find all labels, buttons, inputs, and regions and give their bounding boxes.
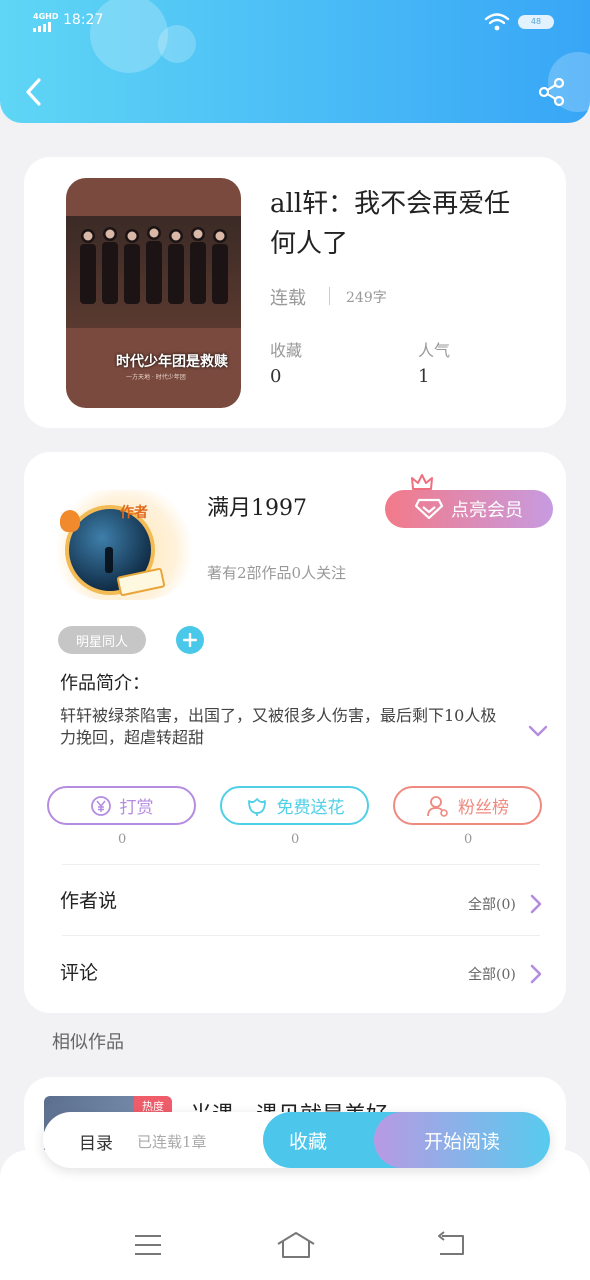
author-says-row[interactable]: 作者说 全部(0): [24, 868, 566, 934]
share-button[interactable]: [532, 72, 572, 112]
book-status: 连载: [270, 288, 306, 309]
popularity-value: 1: [418, 366, 430, 387]
chevron-right-icon: [530, 964, 542, 984]
chapter-count: 已连载1章: [137, 1133, 207, 1151]
meta-divider: [329, 287, 330, 305]
back-button[interactable]: [14, 72, 54, 112]
collect-button-label: 收藏: [289, 1130, 328, 1153]
intro-label: 作品简介：: [60, 673, 150, 694]
tip-button[interactable]: 打赏: [47, 786, 196, 825]
tip-button-label: 打赏: [119, 798, 154, 818]
author-says-all: 全部(0): [468, 897, 516, 913]
popularity-label: 人气: [418, 341, 451, 360]
vip-button[interactable]: 点亮会员: [385, 490, 553, 528]
chevron-right-icon: [530, 894, 542, 914]
intro-text: 轩轩被绿茶陷害，出国了，又被很多人伤害，最后剩下10人极力挽回，超虐转超甜: [60, 706, 497, 747]
vip-button-label: 点亮会员: [451, 500, 523, 521]
cover-title-text: 时代少年团是救赎: [116, 354, 228, 370]
catalog-label: 目录: [79, 1134, 113, 1154]
nav-menu-button[interactable]: [131, 1232, 165, 1258]
user-rank-icon: [427, 795, 448, 817]
signal-icon: [33, 22, 51, 32]
book-title: all轩：我不会再爱任何人了: [270, 189, 511, 259]
comments-label: 评论: [60, 962, 99, 984]
genre-tag[interactable]: 明星同人: [58, 626, 146, 654]
back-arrow-icon: [438, 1231, 464, 1255]
yen-coin-icon: [90, 795, 111, 816]
divider-1: [62, 864, 540, 865]
fan-rank-label: 粉丝榜: [458, 798, 509, 818]
author-stats: 著有2部作品0人关注: [207, 564, 347, 582]
chevron-down-icon: [528, 725, 548, 737]
header-bar: 4GHD 18:27 48: [0, 0, 590, 123]
send-flower-label: 免费送花: [276, 798, 345, 818]
diamond-icon: [415, 498, 443, 520]
crown-icon: [411, 474, 433, 490]
menu-icon: [135, 1235, 161, 1255]
book-word-count: 249字: [346, 290, 387, 306]
collect-label: 收藏: [270, 341, 303, 360]
decor-bubble-small: [158, 25, 196, 63]
decor-bubble-large: [90, 0, 168, 73]
author-name[interactable]: 满月1997: [207, 490, 307, 522]
book-cover[interactable]: 时代少年团是救赎 一方天地 · 时代少年团: [66, 178, 241, 408]
wifi-icon: [484, 13, 510, 31]
collect-value: 0: [270, 366, 282, 387]
bottom-action-bar: 目录 已连载1章 收藏 开始阅读: [43, 1112, 550, 1168]
start-reading-label: 开始阅读: [423, 1130, 500, 1153]
author-badge: 作者: [120, 505, 148, 521]
cover-subtitle-text: 一方天地 · 时代少年团: [126, 374, 186, 381]
add-tag-button[interactable]: [176, 626, 204, 654]
battery-indicator: 48: [518, 15, 554, 29]
fan-rank-button[interactable]: 粉丝榜: [393, 786, 542, 825]
bottom-sheet: [0, 1150, 590, 1280]
start-reading-button[interactable]: 开始阅读: [374, 1112, 550, 1168]
similar-heading: 相似作品: [52, 1032, 124, 1053]
avatar-decor-flower: [60, 510, 80, 532]
chevron-left-icon: [26, 78, 41, 106]
nav-back-button[interactable]: [434, 1230, 468, 1258]
author-says-label: 作者说: [60, 890, 118, 912]
flower-count: 0: [291, 832, 300, 847]
flower-icon: [247, 797, 266, 816]
divider-2: [62, 935, 540, 936]
tip-count: 0: [118, 832, 127, 847]
home-icon: [277, 1232, 315, 1258]
catalog-button[interactable]: 目录 已连载1章: [43, 1112, 268, 1168]
plus-icon: [183, 633, 197, 647]
network-type: 4GHD: [33, 12, 59, 21]
author-avatar[interactable]: 作者: [50, 490, 200, 602]
comments-all: 全部(0): [468, 967, 516, 983]
fan-count: 0: [464, 832, 473, 847]
share-icon: [538, 77, 565, 107]
send-flower-button[interactable]: 免费送花: [220, 786, 369, 825]
nav-home-button[interactable]: [275, 1230, 317, 1260]
expand-intro-button[interactable]: [524, 718, 552, 744]
status-time: 18:27: [63, 12, 104, 28]
comments-row[interactable]: 评论 全部(0): [24, 938, 566, 1004]
cover-figures: [80, 226, 228, 304]
